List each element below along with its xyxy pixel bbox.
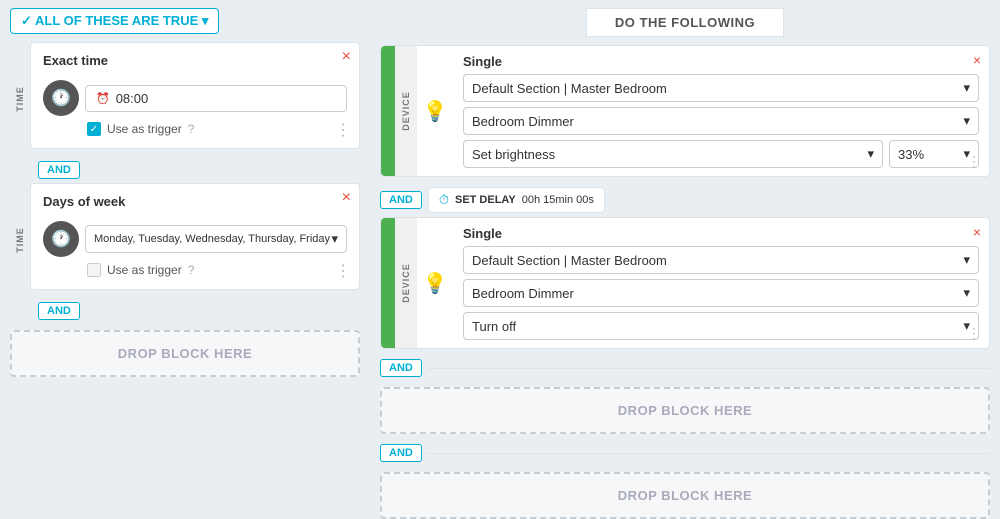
days-chevron: ▾ (331, 231, 338, 247)
left-drop-label: DROP BLOCK HERE (118, 346, 252, 361)
right-drop-block-1[interactable]: DROP BLOCK HERE (380, 387, 990, 434)
device-label-bar-2: DEVICE (395, 218, 417, 348)
days-body: 🕐 Monday, Tuesday, Wednesday, Thursday, … (31, 215, 359, 289)
right-panel: DO THE FOLLOWING DEVICE 💡 Single Default… (370, 0, 1000, 500)
action-card-1-inner: Single Default Section | Master Bedroom … (453, 46, 989, 176)
action-1-brightness-row: Set brightness ▾ 33% ▾ (463, 140, 979, 168)
trigger-help-1[interactable]: ? (188, 122, 195, 136)
time-row: 🕐 ⏰ 08:00 (43, 80, 347, 116)
action-1-device-chevron: ▾ (963, 113, 970, 129)
close-action-1[interactable]: × (973, 52, 981, 68)
action-1-section-select[interactable]: Default Section | Master Bedroom ▾ (463, 74, 979, 102)
action-2-action-label: Turn off (472, 319, 516, 334)
days-value: Monday, Tuesday, Wednesday, Thursday, Fr… (94, 233, 330, 245)
action-card-1: DEVICE 💡 Single Default Section | Master… (380, 45, 990, 177)
separator-2 (428, 453, 990, 454)
left-drop-block[interactable]: DROP BLOCK HERE (10, 330, 360, 377)
and-badge-2: AND (38, 302, 80, 320)
and-badge-1-container: AND (30, 157, 360, 183)
drag-dots-2[interactable]: ⋮ (967, 325, 981, 342)
green-bar-2 (381, 218, 395, 348)
action-2-action-select[interactable]: Turn off ▾ (463, 312, 979, 340)
time-label-1: TIME (15, 86, 25, 112)
right-drop-label-1: DROP BLOCK HERE (618, 403, 752, 418)
action-2-title: Single (463, 226, 979, 241)
close-action-2[interactable]: × (973, 224, 981, 240)
bulb-icon-1: 💡 (423, 99, 448, 124)
exact-time-body: 🕐 ⏰ 08:00 Use as trigger ? (31, 74, 359, 148)
set-delay-bar: AND ⏱ SET DELAY 00h 15min 00s (380, 187, 990, 213)
days-icon: 🕐 (43, 221, 79, 257)
action-1-section: Default Section | Master Bedroom (472, 81, 667, 96)
drag-dots-1[interactable]: ⋮ (967, 153, 981, 170)
and-badge-2-container: AND (30, 298, 360, 324)
and-badge-right-1: AND (380, 191, 422, 209)
device-label-2: DEVICE (401, 263, 411, 303)
days-title: Days of week (31, 184, 359, 215)
action-1-title: Single (463, 54, 979, 69)
green-bar-1 (381, 46, 395, 176)
left-content: TIME × Exact time 🕐 ⏰ 08:00 (0, 42, 370, 377)
device-label-1: DEVICE (401, 91, 411, 131)
trigger-row-2: Use as trigger ? (43, 263, 347, 277)
action-2-device: Bedroom Dimmer (472, 286, 574, 301)
left-panel: ✓ ALL OF THESE ARE TRUE ▾ TIME × Exact t… (0, 0, 370, 500)
do-following-label: DO THE FOLLOWING (586, 8, 784, 37)
separator-1 (428, 368, 990, 369)
action-2-section-select[interactable]: Default Section | Master Bedroom ▾ (463, 246, 979, 274)
right-drop-block-2[interactable]: DROP BLOCK HERE (380, 472, 990, 519)
action-1-brightness-select[interactable]: 33% ▾ (889, 140, 979, 168)
device-label-bar-1: DEVICE (395, 46, 417, 176)
action-1-action-chevron: ▾ (867, 146, 874, 162)
days-of-week-block: × Days of week 🕐 Monday, Tuesday, Wednes… (30, 183, 360, 290)
and-badge-1: AND (38, 161, 80, 179)
right-drop-label-2: DROP BLOCK HERE (618, 488, 752, 503)
trigger-row-1: Use as trigger ? (43, 122, 347, 136)
action-1-brightness: 33% (898, 147, 924, 162)
action-2-device-select[interactable]: Bedroom Dimmer ▾ (463, 279, 979, 307)
and-row-right-2: AND (380, 444, 990, 462)
bulb-icon-2: 💡 (423, 271, 448, 296)
and-badge-right-2: AND (380, 359, 422, 377)
set-delay-value: 00h 15min 00s (522, 194, 594, 206)
do-following-bar: DO THE FOLLOWING (380, 8, 990, 37)
days-select[interactable]: Monday, Tuesday, Wednesday, Thursday, Fr… (85, 225, 347, 253)
exact-time-title: Exact time (31, 43, 359, 74)
trigger-help-2[interactable]: ? (188, 263, 195, 277)
action-card-2: DEVICE 💡 Single Default Section | Master… (380, 217, 990, 349)
action-1-action-label: Set brightness (472, 147, 555, 162)
action-2-section: Default Section | Master Bedroom (472, 253, 667, 268)
trigger-checkbox-2[interactable] (87, 263, 101, 277)
time-value: 08:00 (116, 91, 149, 106)
all-of-these-button[interactable]: ✓ ALL OF THESE ARE TRUE ▾ (10, 8, 219, 34)
action-2-device-chevron: ▾ (963, 285, 970, 301)
set-delay-clock-icon: ⏱ (439, 192, 449, 208)
trigger-label-2: Use as trigger (107, 263, 182, 277)
set-delay-label: SET DELAY (455, 194, 516, 206)
close-exact-time[interactable]: × (342, 49, 351, 65)
action-1-section-chevron: ▾ (963, 80, 970, 96)
all-of-these-label: ✓ ALL OF THESE ARE TRUE ▾ (21, 13, 208, 29)
and-badge-right-3: AND (380, 444, 422, 462)
trigger-label-1: Use as trigger (107, 122, 182, 136)
action-card-2-inner: Single Default Section | Master Bedroom … (453, 218, 989, 348)
time-dot-icon: ⏰ (96, 92, 110, 105)
action-2-section-chevron: ▾ (963, 252, 970, 268)
action-1-device-select[interactable]: Bedroom Dimmer ▾ (463, 107, 979, 135)
and-row-right-1: AND (380, 359, 990, 377)
bulb-area-2: 💡 (417, 218, 453, 348)
set-delay-tag[interactable]: ⏱ SET DELAY 00h 15min 00s (428, 187, 605, 213)
time-input[interactable]: ⏰ 08:00 (85, 85, 347, 112)
bulb-area-1: 💡 (417, 46, 453, 176)
close-days[interactable]: × (342, 190, 351, 206)
action-1-device: Bedroom Dimmer (472, 114, 574, 129)
drag-handle-2[interactable]: ⋮ (335, 261, 351, 281)
drag-handle-1[interactable]: ⋮ (335, 120, 351, 140)
exact-time-block: × Exact time 🕐 ⏰ 08:00 Use as trigger (30, 42, 360, 149)
days-row: 🕐 Monday, Tuesday, Wednesday, Thursday, … (43, 221, 347, 257)
trigger-checkbox-1[interactable] (87, 122, 101, 136)
action-1-action-select[interactable]: Set brightness ▾ (463, 140, 883, 168)
time-label-2: TIME (15, 227, 25, 253)
clock-icon: 🕐 (43, 80, 79, 116)
